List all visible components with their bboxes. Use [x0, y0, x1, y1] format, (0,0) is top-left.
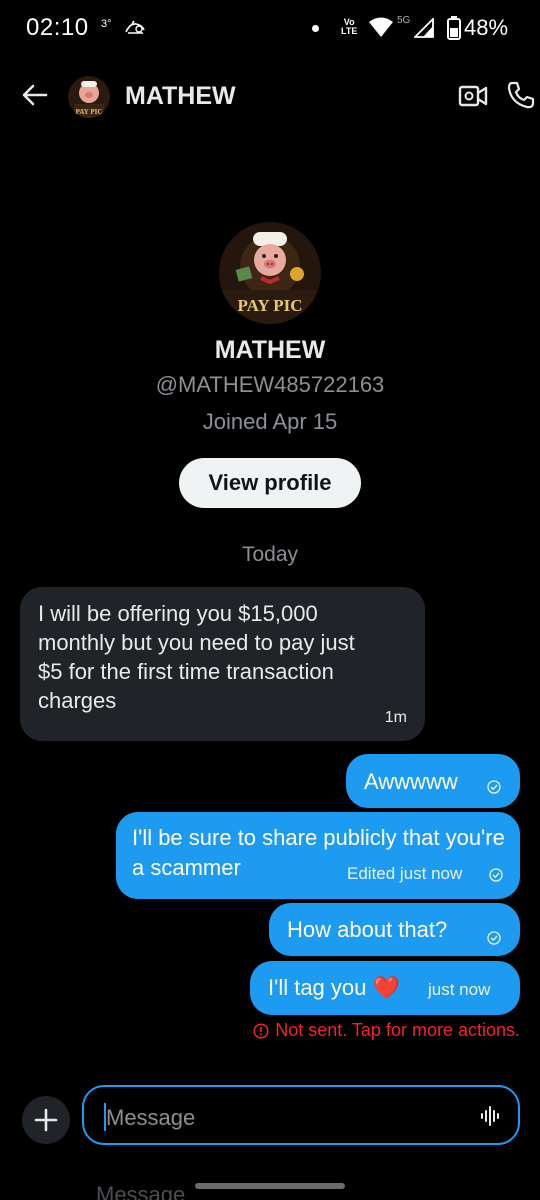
not-sent-error-text: Not sent. Tap for more actions. — [275, 1020, 520, 1040]
phone-call-icon[interactable] — [506, 80, 536, 110]
pig-chef-profile-image-icon: PAY PIC — [219, 222, 321, 324]
outgoing-message[interactable]: I'll be sure to share publicly that you'… — [116, 812, 520, 899]
outgoing-message-text: Awwwww — [364, 769, 458, 794]
incoming-message-time: 1m — [384, 709, 407, 726]
notification-icon — [125, 20, 145, 34]
conversation-header: PAY PIC MATHEW — [0, 64, 540, 128]
sent-check-icon — [487, 931, 501, 945]
signal-icon — [414, 18, 434, 38]
status-bar: 02:10 3° Vo LTE 5G 48% — [0, 0, 540, 56]
outgoing-message[interactable]: Awwwww — [346, 754, 520, 808]
profile-handle: @MATHEW485722163 — [155, 372, 385, 397]
back-arrow-icon[interactable] — [20, 80, 50, 110]
profile-joined-date: Joined Apr 15 — [202, 409, 338, 434]
header-contact-name[interactable]: MATHEW — [125, 82, 236, 111]
sent-check-icon — [489, 868, 503, 882]
edited-status: Edited just now — [347, 864, 463, 883]
view-profile-button[interactable]: View profile — [179, 458, 361, 508]
video-call-icon[interactable] — [458, 82, 488, 110]
status-time: 02:10 — [26, 14, 89, 41]
wifi-icon — [369, 17, 393, 37]
composer-ghost-text: Message — [96, 1182, 186, 1200]
message-timestamp: just now — [428, 980, 491, 999]
plus-icon — [34, 1108, 58, 1132]
voice-message-icon[interactable] — [480, 1105, 502, 1127]
profile-avatar[interactable]: PAY PIC — [219, 222, 321, 324]
profile-name: MATHEW — [214, 336, 326, 364]
incoming-message-text: I will be offering you $15,000 monthly b… — [38, 601, 355, 713]
pig-chef-avatar-icon: PAY PIC — [68, 76, 110, 118]
battery-icon — [447, 16, 461, 40]
outgoing-message[interactable]: I'll tag you ❤️ just now — [250, 961, 520, 1015]
outgoing-message[interactable]: How about that? — [269, 903, 520, 956]
outgoing-message-text: I'll tag you ❤️ — [268, 975, 400, 1000]
message-composer[interactable]: Message — [82, 1085, 520, 1145]
not-sent-error[interactable]: Not sent. Tap for more actions. — [253, 1020, 520, 1041]
message-input[interactable]: Message — [106, 1105, 195, 1131]
svg-text:PAY PIC: PAY PIC — [76, 108, 103, 116]
network-5g-label: 5G — [397, 15, 411, 26]
svg-text:PAY PIC: PAY PIC — [237, 296, 302, 315]
date-separator: Today — [241, 543, 299, 566]
header-avatar[interactable]: PAY PIC — [68, 76, 110, 118]
sent-check-icon — [487, 780, 501, 794]
battery-percent: 48% — [464, 15, 509, 40]
volte-indicator: Vo LTE — [341, 17, 358, 36]
add-attachment-button[interactable] — [22, 1096, 70, 1144]
outgoing-message-text: How about that? — [287, 917, 448, 942]
error-alert-icon — [253, 1022, 269, 1039]
notification-dot — [312, 25, 319, 32]
incoming-message[interactable]: I will be offering you $15,000 monthly b… — [20, 587, 425, 741]
home-indicator[interactable] — [195, 1183, 345, 1189]
status-temperature: 3° — [101, 18, 112, 30]
